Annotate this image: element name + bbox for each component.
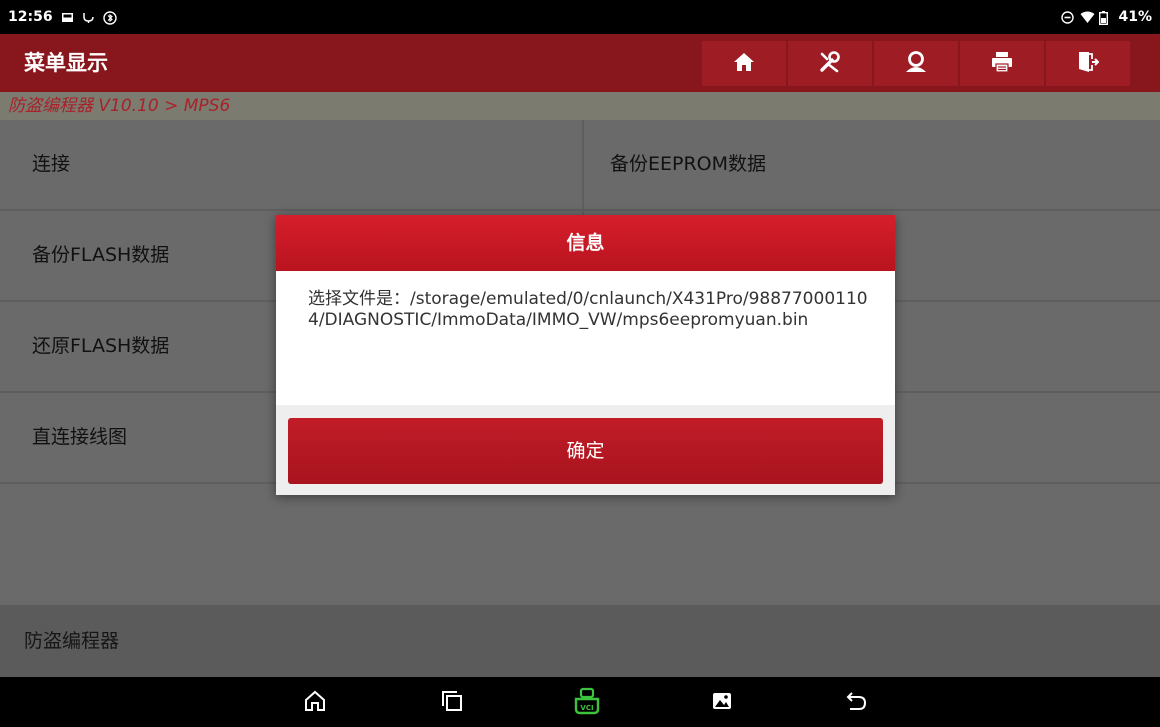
status-left: 12:56 bbox=[8, 9, 117, 25]
user-icon bbox=[904, 50, 928, 78]
wifi-icon bbox=[1080, 11, 1095, 24]
menu-item-backup-eeprom[interactable]: 备份EEPROM数据 bbox=[584, 120, 1160, 211]
home-button[interactable] bbox=[702, 41, 786, 86]
system-nav-bar: VCI bbox=[0, 677, 1160, 727]
nav-recent-apps-button[interactable] bbox=[436, 687, 468, 719]
menu-item-connect[interactable]: 连接 bbox=[0, 120, 584, 211]
diagnostic-tools-button[interactable] bbox=[788, 41, 872, 86]
nav-back-button[interactable] bbox=[840, 687, 872, 719]
page-title: 菜单显示 bbox=[24, 51, 108, 75]
footer-bar: 防盗编程器 bbox=[0, 605, 1160, 677]
diagnostic-tools-icon bbox=[818, 50, 842, 78]
status-bar: 12:56 41% bbox=[0, 0, 1160, 34]
status-right: 41% bbox=[1061, 9, 1152, 25]
dialog-message: 选择文件是：/storage/emulated/0/cnlaunch/X431P… bbox=[308, 289, 868, 330]
bluetooth-icon bbox=[102, 10, 117, 25]
dnd-icon bbox=[1061, 10, 1075, 24]
battery-percent: 41% bbox=[1118, 9, 1152, 25]
usb-debug-icon bbox=[82, 11, 95, 24]
home-icon bbox=[303, 689, 327, 717]
nav-vci-button[interactable]: VCI bbox=[571, 687, 603, 719]
breadcrumb: 防盗编程器 V10.10 > MPS6 bbox=[0, 92, 1160, 120]
battery-icon bbox=[1099, 10, 1112, 25]
nav-home-button[interactable] bbox=[299, 687, 331, 719]
notification-image-icon bbox=[61, 11, 74, 24]
vci-icon: VCI bbox=[573, 687, 601, 719]
screenshot-icon bbox=[711, 690, 733, 716]
back-icon bbox=[844, 689, 868, 717]
print-button[interactable] bbox=[960, 41, 1044, 86]
exit-button[interactable] bbox=[1046, 41, 1130, 86]
dialog-title: 信息 bbox=[276, 215, 895, 271]
vci-label: VCI bbox=[580, 704, 593, 712]
nav-screenshot-button[interactable] bbox=[706, 687, 738, 719]
status-time: 12:56 bbox=[8, 9, 53, 25]
recent-apps-icon bbox=[441, 690, 463, 716]
user-button[interactable] bbox=[874, 41, 958, 86]
exit-icon bbox=[1077, 51, 1100, 77]
home-icon bbox=[733, 51, 755, 77]
ok-button[interactable]: 确定 bbox=[288, 418, 883, 484]
dialog-footer: 确定 bbox=[276, 405, 895, 495]
print-icon bbox=[991, 51, 1013, 77]
info-dialog: 信息 选择文件是：/storage/emulated/0/cnlaunch/X4… bbox=[276, 215, 895, 495]
title-bar: 菜单显示 bbox=[0, 34, 1160, 92]
